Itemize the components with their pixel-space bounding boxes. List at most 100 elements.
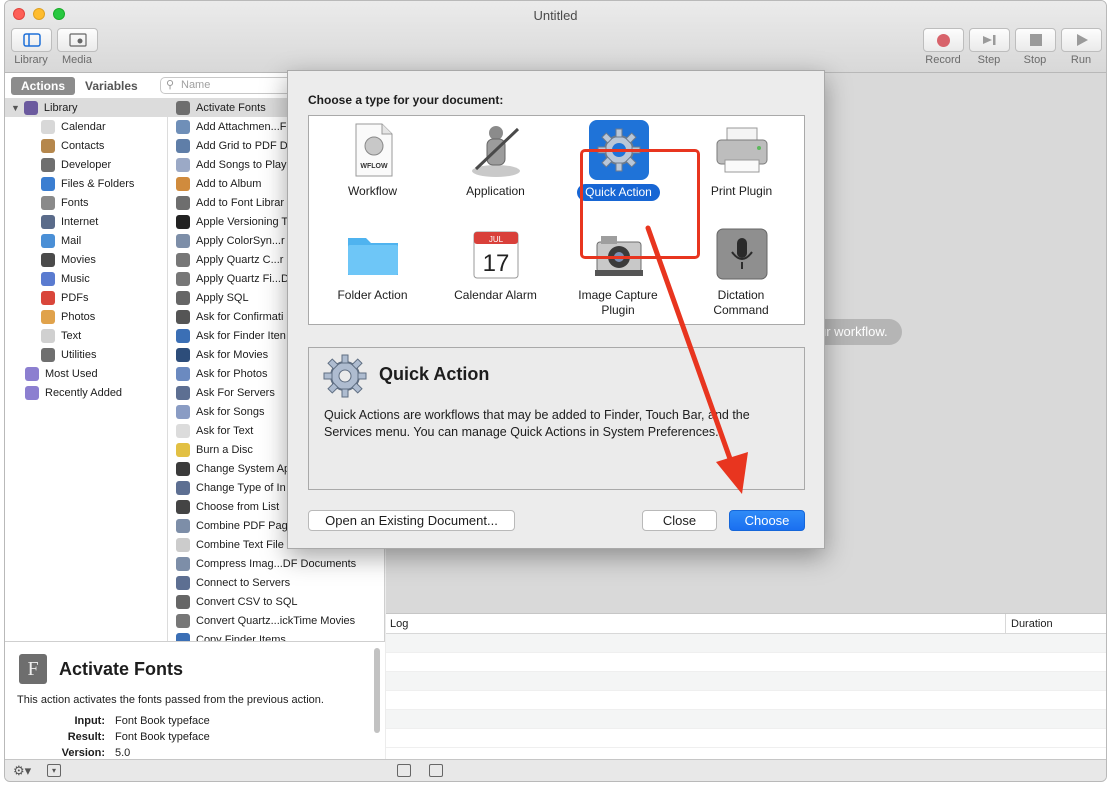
action-icon bbox=[176, 271, 190, 286]
run-button[interactable] bbox=[1061, 28, 1102, 52]
close-button[interactable]: Close bbox=[642, 510, 717, 531]
action-icon bbox=[176, 613, 190, 628]
font-book-icon: F bbox=[19, 654, 47, 684]
sidebar-item-library-category[interactable]: Music bbox=[5, 269, 167, 288]
media-button[interactable] bbox=[57, 28, 98, 52]
action-icon bbox=[176, 157, 190, 172]
open-existing-button[interactable]: Open an Existing Document... bbox=[308, 510, 515, 531]
library-button[interactable] bbox=[11, 28, 52, 52]
step-button[interactable] bbox=[969, 28, 1010, 52]
list-view-icon[interactable] bbox=[397, 764, 411, 777]
action-icon bbox=[176, 195, 190, 210]
log-header: Log Duration bbox=[386, 614, 1106, 634]
action-icon bbox=[176, 632, 190, 641]
media-icon bbox=[68, 33, 87, 47]
category-icon bbox=[41, 119, 55, 134]
type-workflow[interactable]: WFLOW Workflow bbox=[311, 120, 434, 199]
sidebar-item-smart-group[interactable]: Recently Added bbox=[5, 383, 167, 402]
log-row bbox=[386, 634, 1106, 653]
action-label: Combine Text File bbox=[196, 538, 284, 551]
scrollbar[interactable] bbox=[374, 648, 380, 733]
action-label: Burn a Disc bbox=[196, 443, 253, 456]
category-label: Music bbox=[61, 272, 90, 285]
action-label: Ask for Text bbox=[196, 424, 254, 437]
log-column-header[interactable]: Log bbox=[386, 614, 1006, 633]
sheet-prompt: Choose a type for your document: bbox=[308, 93, 504, 107]
toggle-description-icon[interactable]: ▾ bbox=[47, 764, 61, 777]
action-label: Activate Fonts bbox=[196, 101, 266, 114]
action-label: Add Songs to Play bbox=[196, 158, 287, 171]
sidebar-item-library-category[interactable]: Mail bbox=[5, 231, 167, 250]
calendar-icon: JUL 17 bbox=[466, 224, 526, 284]
action-icon bbox=[176, 537, 190, 552]
action-icon bbox=[176, 480, 190, 495]
action-list-item[interactable]: Convert Quartz...ickTime Movies bbox=[168, 611, 373, 630]
category-icon bbox=[41, 252, 55, 267]
action-list-item[interactable]: Compress Imag...DF Documents bbox=[168, 554, 373, 573]
sidebar-item-library-category[interactable]: Calendar bbox=[5, 117, 167, 136]
sidebar-item-library-category[interactable]: Internet bbox=[5, 212, 167, 231]
workflow-icon: WFLOW bbox=[343, 120, 403, 180]
stop-button[interactable] bbox=[1015, 28, 1056, 52]
step-label: Step bbox=[977, 54, 1001, 66]
window-title: Untitled bbox=[533, 8, 578, 23]
action-label: Connect to Servers bbox=[196, 576, 291, 589]
action-label: Combine PDF Pag bbox=[196, 519, 288, 532]
sidebar-item-library-category[interactable]: PDFs bbox=[5, 288, 167, 307]
result-value: Font Book typeface bbox=[115, 731, 210, 743]
split-view-icon[interactable] bbox=[429, 764, 443, 777]
category-icon bbox=[41, 138, 55, 153]
library-root[interactable]: ▼ Library bbox=[5, 98, 167, 117]
search-input[interactable]: ⚲ Name bbox=[160, 77, 300, 94]
sidebar-item-library-category[interactable]: Files & Folders bbox=[5, 174, 167, 193]
titlebar: Untitled Library Media Record Step Stop … bbox=[5, 1, 1106, 73]
smart-folder-icon bbox=[25, 366, 39, 381]
action-icon bbox=[176, 233, 190, 248]
bottom-bar: ⚙▾ ▾ bbox=[5, 759, 1106, 781]
sidebar-item-smart-group[interactable]: Most Used bbox=[5, 364, 167, 383]
printer-icon bbox=[712, 120, 772, 180]
sidebar-item-library-category[interactable]: Movies bbox=[5, 250, 167, 269]
description-text: This action activates the fonts passed f… bbox=[17, 694, 324, 706]
action-list-item[interactable]: Connect to Servers bbox=[168, 573, 373, 592]
record-button[interactable] bbox=[923, 28, 964, 52]
sidebar-item-library-category[interactable]: Utilities bbox=[5, 345, 167, 364]
action-icon bbox=[176, 290, 190, 305]
run-label: Run bbox=[1070, 54, 1092, 66]
sidebar-item-library-category[interactable]: Text bbox=[5, 326, 167, 345]
action-icon bbox=[176, 309, 190, 324]
action-icon bbox=[176, 556, 190, 571]
action-icon bbox=[176, 138, 190, 153]
sidebar-item-library-category[interactable]: Photos bbox=[5, 307, 167, 326]
type-label: Image Capture Plugin bbox=[578, 288, 658, 317]
tab-actions[interactable]: Actions bbox=[11, 77, 76, 95]
choose-button[interactable]: Choose bbox=[729, 510, 805, 531]
sidebar-item-library-category[interactable]: Developer bbox=[5, 155, 167, 174]
application-icon bbox=[466, 120, 526, 180]
category-icon bbox=[41, 233, 55, 248]
action-label: Apply Quartz Fi...D bbox=[196, 272, 289, 285]
duration-column-header[interactable]: Duration bbox=[1006, 614, 1058, 633]
log-row bbox=[386, 729, 1106, 748]
tab-variables[interactable]: Variables bbox=[75, 77, 148, 95]
action-icon bbox=[176, 518, 190, 533]
type-label: Calendar Alarm bbox=[454, 288, 537, 302]
sidebar-item-library-category[interactable]: Fonts bbox=[5, 193, 167, 212]
category-label: Contacts bbox=[61, 139, 105, 152]
sidebar-item-library-category[interactable]: Contacts bbox=[5, 136, 167, 155]
action-icon bbox=[176, 499, 190, 514]
record-icon bbox=[937, 33, 950, 47]
action-list-item[interactable]: Convert CSV to SQL bbox=[168, 592, 373, 611]
action-label: Apply Quartz C...r bbox=[196, 253, 284, 266]
type-folder-action[interactable]: Folder Action bbox=[311, 224, 434, 303]
gear-icon[interactable]: ⚙▾ bbox=[13, 763, 31, 779]
record-label: Record bbox=[925, 54, 961, 66]
category-label: Mail bbox=[61, 234, 82, 247]
category-icon bbox=[41, 176, 55, 191]
action-label: Ask for Confirmati bbox=[196, 310, 284, 323]
type-application[interactable]: Application bbox=[434, 120, 557, 199]
action-list-item[interactable]: Copy Finder Items bbox=[168, 630, 373, 641]
action-icon bbox=[176, 442, 190, 457]
smart-group-label: Recently Added bbox=[45, 386, 123, 399]
type-calendar-alarm[interactable]: JUL 17 Calendar Alarm bbox=[434, 224, 557, 303]
